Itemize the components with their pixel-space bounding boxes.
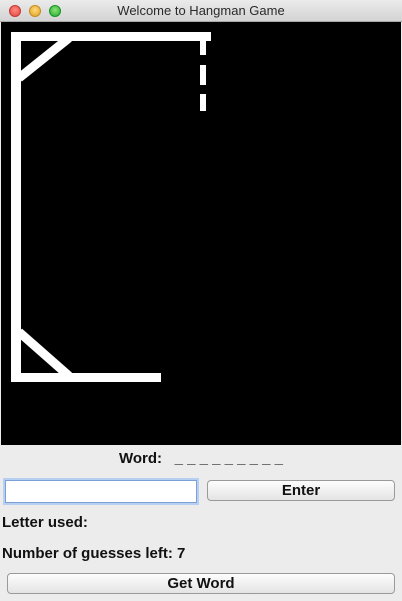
guesses-left-value: 7: [177, 545, 186, 562]
window-title: Welcome to Hangman Game: [117, 3, 285, 18]
hangman-canvas: [1, 22, 401, 445]
rope-segment: [200, 94, 206, 111]
gallows: [11, 32, 211, 382]
rope-segment: [200, 41, 206, 55]
word-display-row: Word: _ _ _ _ _ _ _ _ _: [0, 450, 402, 467]
gallows-top-beam: [11, 32, 211, 41]
gallows-drawing: [11, 32, 211, 382]
word-blanks: _ _ _ _ _ _ _ _ _: [174, 450, 283, 467]
letters-used-row: Letter used:: [2, 514, 88, 531]
bottom-brace: [16, 328, 72, 380]
letter-input[interactable]: [5, 480, 197, 503]
letters-used-label: Letter used:: [2, 514, 88, 531]
enter-button[interactable]: Enter: [207, 480, 395, 501]
gallows-braces: [16, 34, 72, 380]
hangman-window: Welcome to Hangman Game Word: _ _ _ _ _ …: [0, 0, 402, 601]
rope-segment: [200, 65, 206, 85]
get-word-button[interactable]: Get Word: [7, 573, 395, 594]
word-label: Word:: [119, 450, 163, 467]
gallows-post: [11, 32, 21, 382]
guesses-left-label: Number of guesses left:: [2, 545, 173, 562]
gallows-base: [11, 373, 161, 382]
title-bar[interactable]: Welcome to Hangman Game: [0, 0, 402, 22]
top-brace: [16, 34, 72, 82]
guesses-left-row: Number of guesses left: 7: [2, 545, 185, 562]
